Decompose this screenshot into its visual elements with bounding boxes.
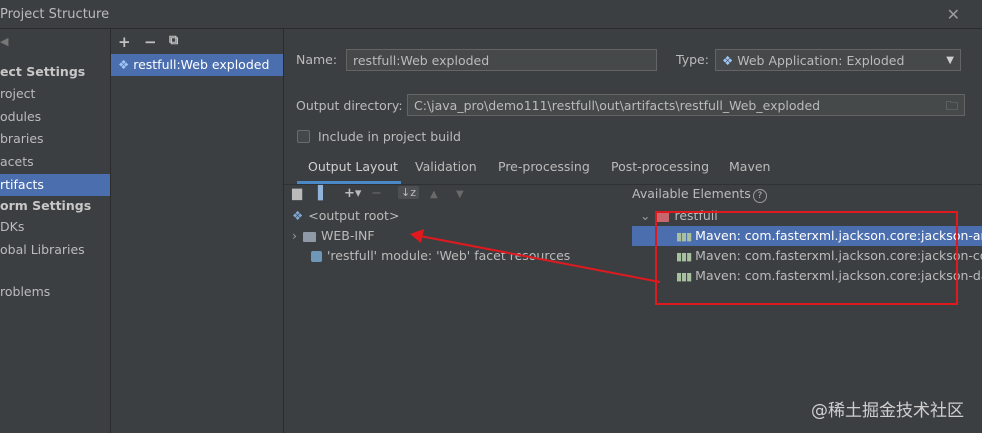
- watermark: @稀土掘金技术社区: [811, 401, 964, 421]
- annotation-arrow: [410, 229, 661, 283]
